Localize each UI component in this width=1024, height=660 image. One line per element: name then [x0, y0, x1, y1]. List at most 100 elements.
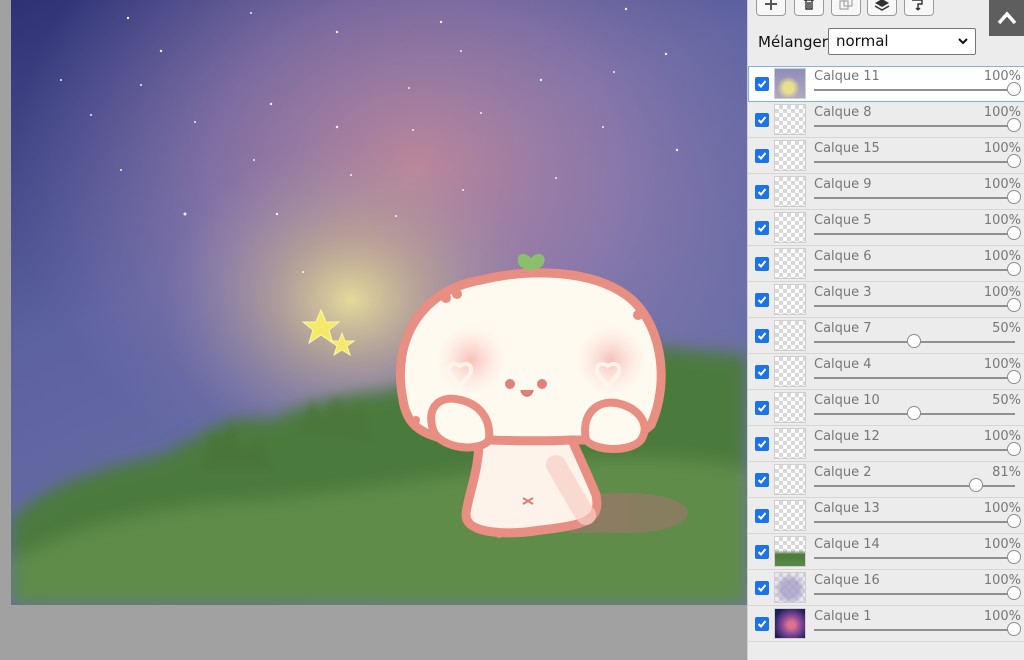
check-icon	[757, 548, 767, 556]
layer-opacity-slider[interactable]	[814, 226, 1021, 240]
layer-name: Calque 3	[814, 285, 872, 300]
layer-opacity-slider[interactable]	[814, 442, 1021, 456]
layer-opacity-value: 81%	[992, 465, 1021, 480]
layer-opacity-value: 50%	[992, 321, 1021, 336]
opacity-slider-handle[interactable]	[1007, 82, 1021, 96]
layer-visibility-checkbox[interactable]	[755, 257, 769, 271]
layer-thumbnail	[774, 284, 806, 315]
layer-name: Calque 6	[814, 249, 872, 264]
layer-list: Calque 11 100% Calque 8 100% Calque 15 100% Ca…	[748, 66, 1024, 642]
check-icon	[757, 620, 767, 628]
opacity-slider-handle[interactable]	[1007, 550, 1021, 564]
layer-visibility-checkbox[interactable]	[755, 221, 769, 235]
layer-name: Calque 7	[814, 321, 872, 336]
layer-row[interactable]: Calque 10 50%	[748, 390, 1024, 426]
layer-opacity-slider[interactable]	[814, 370, 1021, 384]
layer-row[interactable]: Calque 15 100%	[748, 138, 1024, 174]
merge-down-icon	[912, 0, 923, 11]
layer-opacity-slider[interactable]	[814, 622, 1021, 636]
layer-visibility-checkbox[interactable]	[755, 113, 769, 127]
layer-visibility-checkbox[interactable]	[755, 617, 769, 631]
opacity-slider-handle[interactable]	[1007, 622, 1021, 636]
layer-row[interactable]: Calque 12 100%	[748, 426, 1024, 462]
layer-name: Calque 5	[814, 213, 872, 228]
layer-thumbnail	[774, 176, 806, 207]
opacity-slider-handle[interactable]	[1007, 370, 1021, 384]
check-icon	[757, 296, 767, 304]
check-icon	[757, 368, 767, 376]
layer-opacity-slider[interactable]	[814, 406, 1015, 420]
opacity-slider-handle[interactable]	[906, 406, 921, 420]
opacity-slider-handle[interactable]	[1007, 442, 1021, 456]
check-icon	[757, 512, 767, 520]
layer-opacity-slider[interactable]	[814, 262, 1021, 276]
layer-row[interactable]: Calque 3 100%	[748, 282, 1024, 318]
layer-visibility-checkbox[interactable]	[755, 293, 769, 307]
opacity-slider-handle[interactable]	[1007, 262, 1021, 276]
layer-opacity-slider[interactable]	[814, 118, 1021, 132]
layer-opacity-slider[interactable]	[814, 190, 1021, 204]
artwork	[11, 0, 747, 605]
add-layer-button[interactable]	[756, 0, 786, 16]
layer-row[interactable]: Calque 7 50%	[748, 318, 1024, 354]
chevron-up-icon	[997, 11, 1017, 25]
layer-row[interactable]: Calque 8 100%	[748, 102, 1024, 138]
opacity-slider-handle[interactable]	[1007, 298, 1021, 312]
opacity-slider-handle[interactable]	[1007, 118, 1021, 132]
layer-opacity-slider[interactable]	[814, 154, 1021, 168]
layer-visibility-checkbox[interactable]	[755, 437, 769, 451]
drawing-canvas[interactable]	[11, 0, 747, 605]
delete-layer-button[interactable]	[794, 0, 824, 16]
layer-row[interactable]: Calque 11 100%	[748, 66, 1024, 102]
layer-thumbnail	[774, 428, 806, 459]
canvas-area[interactable]	[0, 0, 748, 660]
check-icon	[757, 440, 767, 448]
layer-opacity-slider[interactable]	[814, 298, 1021, 312]
layer-row[interactable]: Calque 1 100%	[748, 606, 1024, 642]
duplicate-layer-button[interactable]	[831, 0, 861, 16]
blend-mode-select[interactable]: normal	[828, 28, 976, 55]
check-icon	[757, 404, 767, 412]
layer-visibility-checkbox[interactable]	[755, 365, 769, 379]
layer-visibility-checkbox[interactable]	[755, 329, 769, 343]
layer-row[interactable]: Calque 16 100%	[748, 570, 1024, 606]
opacity-slider-handle[interactable]	[968, 478, 983, 492]
layer-name: Calque 8	[814, 105, 872, 120]
opacity-slider-handle[interactable]	[1007, 586, 1021, 600]
layer-name: Calque 12	[814, 429, 880, 444]
layer-row[interactable]: Calque 2 81%	[748, 462, 1024, 498]
layer-opacity-slider[interactable]	[814, 514, 1021, 528]
check-icon	[757, 224, 767, 232]
layer-row[interactable]: Calque 14 100%	[748, 534, 1024, 570]
layer-visibility-checkbox[interactable]	[755, 545, 769, 559]
blend-mode-value: normal	[836, 32, 889, 50]
layer-visibility-checkbox[interactable]	[755, 401, 769, 415]
layer-visibility-checkbox[interactable]	[755, 473, 769, 487]
layer-opacity-slider[interactable]	[814, 478, 1015, 492]
collapse-panel-button[interactable]	[989, 0, 1024, 36]
merge-down-button[interactable]	[904, 0, 934, 16]
layer-row[interactable]: Calque 6 100%	[748, 246, 1024, 282]
layer-row[interactable]: Calque 4 100%	[748, 354, 1024, 390]
layer-properties-button[interactable]	[867, 0, 897, 16]
layer-opacity-slider[interactable]	[814, 586, 1021, 600]
layer-row[interactable]: Calque 13 100%	[748, 498, 1024, 534]
layer-name: Calque 9	[814, 177, 872, 192]
layer-visibility-checkbox[interactable]	[755, 77, 769, 91]
check-icon	[757, 80, 767, 88]
opacity-slider-handle[interactable]	[1007, 226, 1021, 240]
opacity-slider-handle[interactable]	[1007, 514, 1021, 528]
layer-opacity-slider[interactable]	[814, 82, 1021, 96]
layer-visibility-checkbox[interactable]	[755, 185, 769, 199]
layer-opacity-slider[interactable]	[814, 334, 1015, 348]
layer-visibility-checkbox[interactable]	[755, 509, 769, 523]
opacity-slider-handle[interactable]	[1007, 190, 1021, 204]
check-icon	[757, 188, 767, 196]
layer-row[interactable]: Calque 5 100%	[748, 210, 1024, 246]
layer-opacity-slider[interactable]	[814, 550, 1021, 564]
layer-row[interactable]: Calque 9 100%	[748, 174, 1024, 210]
opacity-slider-handle[interactable]	[906, 334, 921, 348]
opacity-slider-handle[interactable]	[1007, 154, 1021, 168]
layer-visibility-checkbox[interactable]	[755, 581, 769, 595]
layer-visibility-checkbox[interactable]	[755, 149, 769, 163]
